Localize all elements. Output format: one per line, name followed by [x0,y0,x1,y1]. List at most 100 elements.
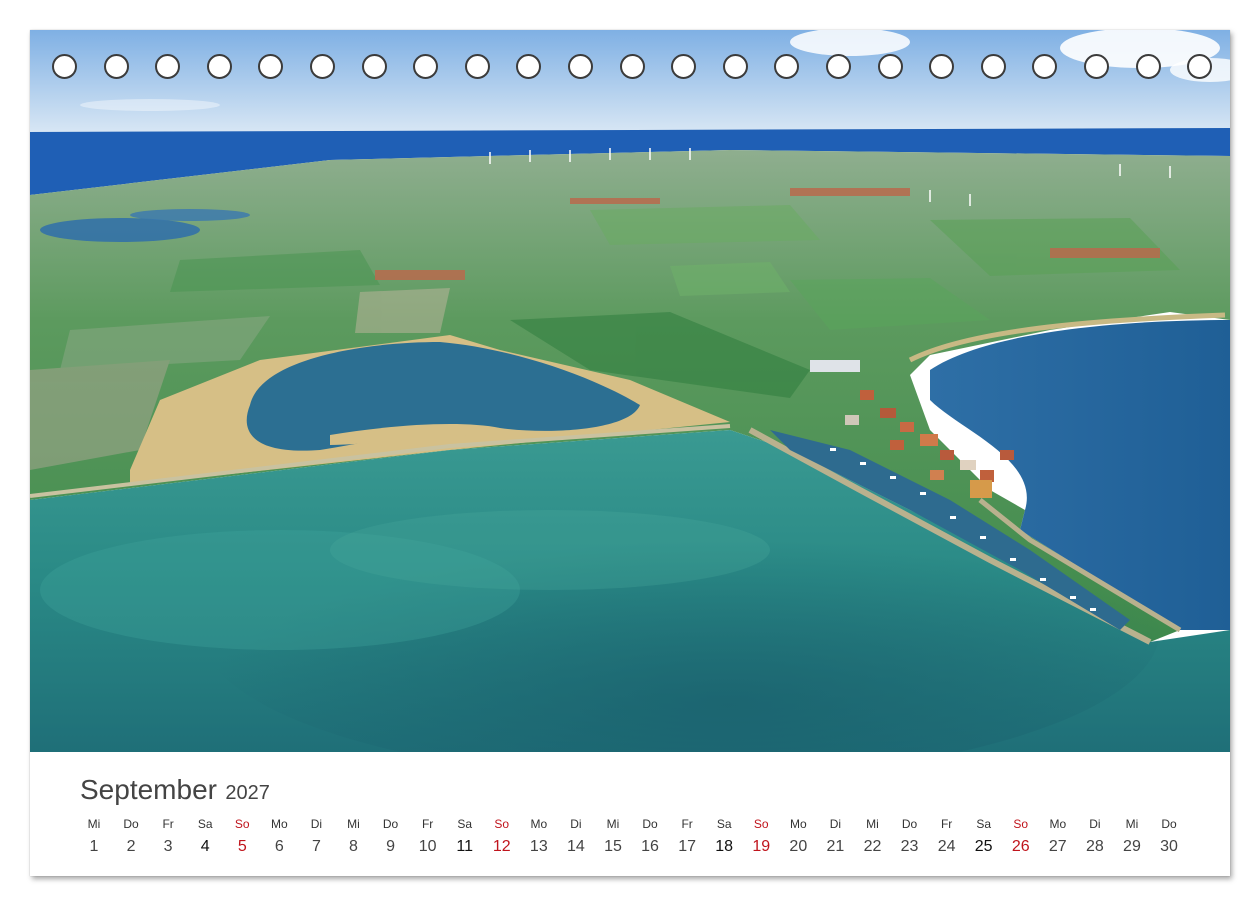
day-number: 15 [604,838,622,855]
weekday-label: Di [1089,817,1101,831]
day-number: 1 [89,838,99,855]
day-number: 21 [826,838,845,855]
day-cell: Fr 24 [928,816,966,856]
day-number: 9 [386,838,395,855]
day-cell: Mo 13 [520,816,558,856]
binding-ring [568,54,593,79]
weekday-label: Do [1161,817,1177,831]
binding-ring [258,54,284,79]
day-cell: So 5 [223,816,261,856]
binding-ring [722,54,748,79]
day-number: 18 [715,838,734,855]
binding-ring [206,54,232,79]
day-number: 26 [1011,838,1030,855]
day-cell: Fr 10 [409,816,447,856]
binding-ring [1084,54,1109,79]
weekday-label: Di [310,817,323,831]
day-cell: Mi 1 [75,816,113,856]
binding-ring [52,54,77,79]
weekday-label: Fr [162,817,174,831]
day-cell: Do 30 [1150,816,1188,856]
day-cell: Mi 22 [853,816,891,856]
day-cell: Do 16 [631,816,669,856]
weekday-label: So [1013,817,1029,831]
day-number: 4 [200,838,210,855]
weekday-label: So [494,817,510,831]
month-title: September 2027 [80,774,270,806]
binding-rings [30,54,1230,82]
day-number: 12 [492,838,511,855]
day-cell: Do 23 [891,816,929,856]
binding-ring [1032,54,1058,79]
day-number: 22 [863,838,882,855]
day-strip: Mi 1 Do 2 Fr 3 Sa 4 So 5 Mo 6 Di 7 Mi 8 Do 9 Fr 10 Sa 11 So 12 M… [75,816,1210,866]
aerial-landscape [30,30,1230,752]
day-number: 25 [974,838,993,855]
day-number: 20 [789,838,808,855]
day-cell: So 19 [742,816,780,856]
binding-ring [361,54,387,79]
weekday-label: Mi [87,817,101,831]
day-cell: Do 2 [112,816,150,856]
weekday-label: Mo [1049,817,1067,831]
calendar-caption: September 2027 Mi 1 Do 2 Fr 3 Sa 4 So 5 Mo 6 Di 7 Mi 8 D… [30,752,1230,876]
weekday-label: Mi [606,817,620,831]
binding-ring [516,54,542,79]
day-number: 30 [1160,838,1178,855]
day-cell: Di 7 [297,816,335,856]
binding-ring [826,54,851,79]
binding-ring [464,54,490,79]
day-number: 13 [529,838,548,855]
day-number: 8 [349,838,358,855]
day-cell: Sa 25 [965,816,1003,856]
weekday-label: Fr [940,817,953,831]
weekday-label: Fr [421,817,434,831]
day-number: 28 [1085,838,1104,855]
day-cell: Mo 6 [260,816,298,856]
day-cell: Mo 27 [1039,816,1077,856]
day-cell: So 12 [483,816,521,856]
weekday-label: Sa [457,817,473,831]
day-number: 17 [678,838,696,855]
day-cell: Mo 20 [779,816,817,856]
weekday-label: So [234,817,250,831]
binding-ring [310,54,335,79]
day-number: 10 [418,838,437,855]
day-cell: Sa 18 [705,816,743,856]
day-cell: Sa 4 [186,816,224,856]
day-cell: Di 28 [1076,816,1114,856]
day-cell: Mi 29 [1113,816,1151,856]
weekday-label: Mo [789,817,807,831]
day-cell: Mi 15 [594,816,632,856]
binding-ring [671,54,697,79]
weekday-label: Do [901,817,918,831]
binding-ring [980,54,1006,79]
day-number: 14 [567,838,585,855]
weekday-label: So [753,817,769,831]
day-cell: Fr 3 [149,816,187,856]
weekday-label: Do [123,817,139,831]
binding-ring [877,54,903,79]
weekday-label: Di [829,817,842,831]
weekday-label: Do [382,817,399,831]
day-cell: Di 21 [816,816,854,856]
binding-ring [929,54,955,79]
weekday-label: Mi [1125,817,1139,831]
day-number: 2 [126,838,136,855]
weekday-label: Sa [197,817,213,831]
binding-ring [774,54,800,79]
binding-ring [155,54,181,79]
aerial-coast-photo [30,30,1230,752]
binding-ring [1187,54,1213,79]
day-number: 5 [237,838,247,855]
day-cell: So 26 [1002,816,1040,856]
day-number: 23 [900,838,919,855]
day-number: 6 [274,838,284,855]
day-number: 24 [937,838,956,855]
weekday-label: Mo [271,817,288,831]
month-year: 2027 [225,782,270,804]
binding-ring [413,54,439,79]
day-number: 16 [641,838,659,855]
binding-ring [103,54,129,79]
binding-ring [619,54,645,79]
